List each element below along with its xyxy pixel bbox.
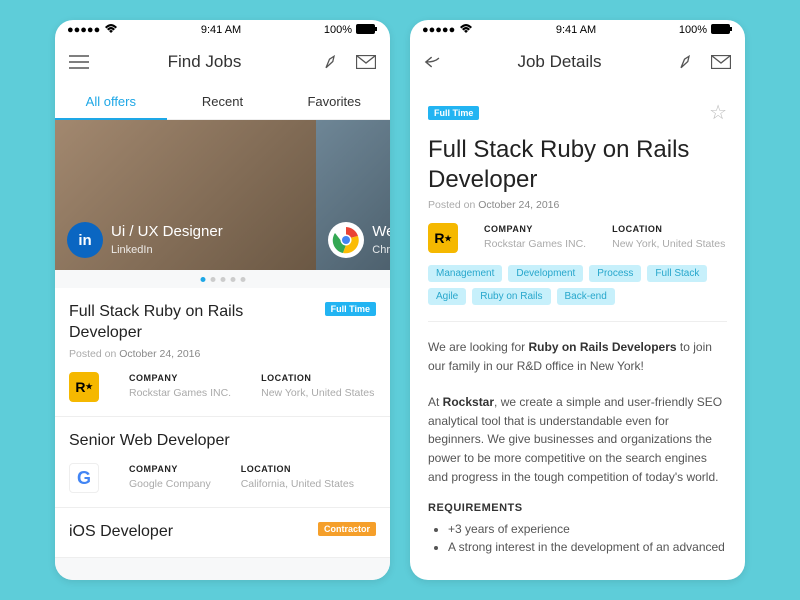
mail-icon[interactable] xyxy=(356,52,376,72)
tag[interactable]: Process xyxy=(589,265,641,282)
dot[interactable] xyxy=(210,277,215,282)
posted-line: Posted on October 24, 2016 xyxy=(69,348,376,360)
carousel-slide[interactable]: We Chro xyxy=(316,120,390,270)
job-title: Senior Web Developer xyxy=(69,431,299,452)
job-list: Full Stack Ruby on Rails Developer Full … xyxy=(55,270,390,558)
tab-favorites[interactable]: Favorites xyxy=(278,84,390,119)
favorite-star-icon[interactable]: ☆ xyxy=(709,100,727,125)
carousel-slide[interactable]: in Ui / UX Designer LinkedIn xyxy=(55,120,316,270)
rockstar-logo-icon: R★ xyxy=(428,223,458,253)
wifi-icon xyxy=(104,24,118,37)
job-badge: Full Time xyxy=(428,106,479,120)
dot[interactable] xyxy=(220,277,225,282)
pin-icon[interactable] xyxy=(320,52,340,72)
mail-icon[interactable] xyxy=(711,52,731,72)
company-name: Rockstar Games INC. xyxy=(129,387,231,399)
slide-sub: LinkedIn xyxy=(111,244,153,256)
location-name: New York, United States xyxy=(261,387,374,399)
tag[interactable]: Full Stack xyxy=(647,265,707,282)
posted-line: Posted on October 24, 2016 xyxy=(428,199,727,211)
phone-job-details: ●●●●● 9:41 AM 100% Job Details xyxy=(410,20,745,580)
featured-carousel[interactable]: in Ui / UX Designer LinkedIn We Chro xyxy=(55,120,390,270)
dot[interactable] xyxy=(240,277,245,282)
location-name: New York, United States xyxy=(612,238,725,250)
job-card[interactable]: Full Stack Ruby on Rails Developer Full … xyxy=(55,288,390,417)
job-card[interactable]: iOS Developer Contractor xyxy=(55,508,390,558)
page-title: Find Jobs xyxy=(168,52,242,72)
battery-icon xyxy=(711,24,733,37)
tags: Management Development Process Full Stac… xyxy=(428,265,727,305)
tag[interactable]: Agile xyxy=(428,288,466,305)
slide-title: Ui / UX Designer xyxy=(111,223,223,240)
requirement-item: A strong interest in the development of … xyxy=(448,540,727,554)
job-badge: Full Time xyxy=(325,302,376,316)
job-title: Full Stack Ruby on Rails Developer xyxy=(69,302,299,344)
company-name: Rockstar Games INC. xyxy=(484,238,586,250)
job-badge: Contractor xyxy=(318,522,376,536)
location-label: LOCATION xyxy=(612,224,725,234)
dot[interactable] xyxy=(200,277,205,282)
status-time: 9:41 AM xyxy=(201,24,241,36)
job-title: iOS Developer xyxy=(69,522,173,543)
phone-find-jobs: ●●●●● 9:41 AM 100% Find Jobs All off xyxy=(55,20,390,580)
location-label: LOCATION xyxy=(241,464,354,474)
slide-sub: Chro xyxy=(372,244,390,256)
tag[interactable]: Management xyxy=(428,265,502,282)
tag[interactable]: Development xyxy=(508,265,583,282)
separator xyxy=(428,321,727,322)
battery-icon xyxy=(356,24,378,37)
wifi-icon xyxy=(459,24,473,37)
job-card[interactable]: Senior Web Developer G COMPANY Google Co… xyxy=(55,417,390,509)
requirement-item: +3 years of experience xyxy=(448,522,727,536)
signal-dots-icon: ●●●●● xyxy=(67,24,100,36)
back-icon[interactable] xyxy=(424,52,444,72)
tag[interactable]: Back-end xyxy=(557,288,615,305)
description-p2: At Rockstar, we create a simple and user… xyxy=(428,393,727,486)
requirements-list: +3 years of experience A strong interest… xyxy=(428,522,727,554)
battery-pct: 100% xyxy=(679,24,707,36)
tabs: All offers Recent Favorites xyxy=(55,84,390,120)
details-body: Full Time ☆ Full Stack Ruby on Rails Dev… xyxy=(410,84,745,580)
google-logo-icon: G xyxy=(69,463,99,493)
page-title: Job Details xyxy=(517,52,601,72)
menu-icon[interactable] xyxy=(69,52,89,72)
tab-all-offers[interactable]: All offers xyxy=(55,84,167,119)
rockstar-logo-icon: R★ xyxy=(69,372,99,402)
company-label: COMPANY xyxy=(484,224,586,234)
header: Job Details xyxy=(410,40,745,84)
status-bar: ●●●●● 9:41 AM 100% xyxy=(410,20,745,40)
slide-title: We xyxy=(372,223,390,240)
header: Find Jobs xyxy=(55,40,390,84)
location-name: California, United States xyxy=(241,478,354,490)
job-title: Full Stack Ruby on Rails Developer xyxy=(428,135,727,195)
status-time: 9:41 AM xyxy=(556,24,596,36)
jobs-body: in Ui / UX Designer LinkedIn We Chro xyxy=(55,120,390,580)
tab-recent[interactable]: Recent xyxy=(167,84,279,119)
company-label: COMPANY xyxy=(129,373,231,383)
carousel-dots xyxy=(200,277,245,282)
pin-icon[interactable] xyxy=(675,52,695,72)
battery-pct: 100% xyxy=(324,24,352,36)
description-p1: We are looking for Ruby on Rails Develop… xyxy=(428,338,727,375)
signal-dots-icon: ●●●●● xyxy=(422,24,455,36)
location-label: LOCATION xyxy=(261,373,374,383)
dot[interactable] xyxy=(230,277,235,282)
status-bar: ●●●●● 9:41 AM 100% xyxy=(55,20,390,40)
chrome-logo-icon xyxy=(328,222,364,258)
requirements-heading: REQUIREMENTS xyxy=(428,502,727,514)
linkedin-logo-icon: in xyxy=(67,222,103,258)
company-name: Google Company xyxy=(129,478,211,490)
company-label: COMPANY xyxy=(129,464,211,474)
tag[interactable]: Ruby on Rails xyxy=(472,288,550,305)
